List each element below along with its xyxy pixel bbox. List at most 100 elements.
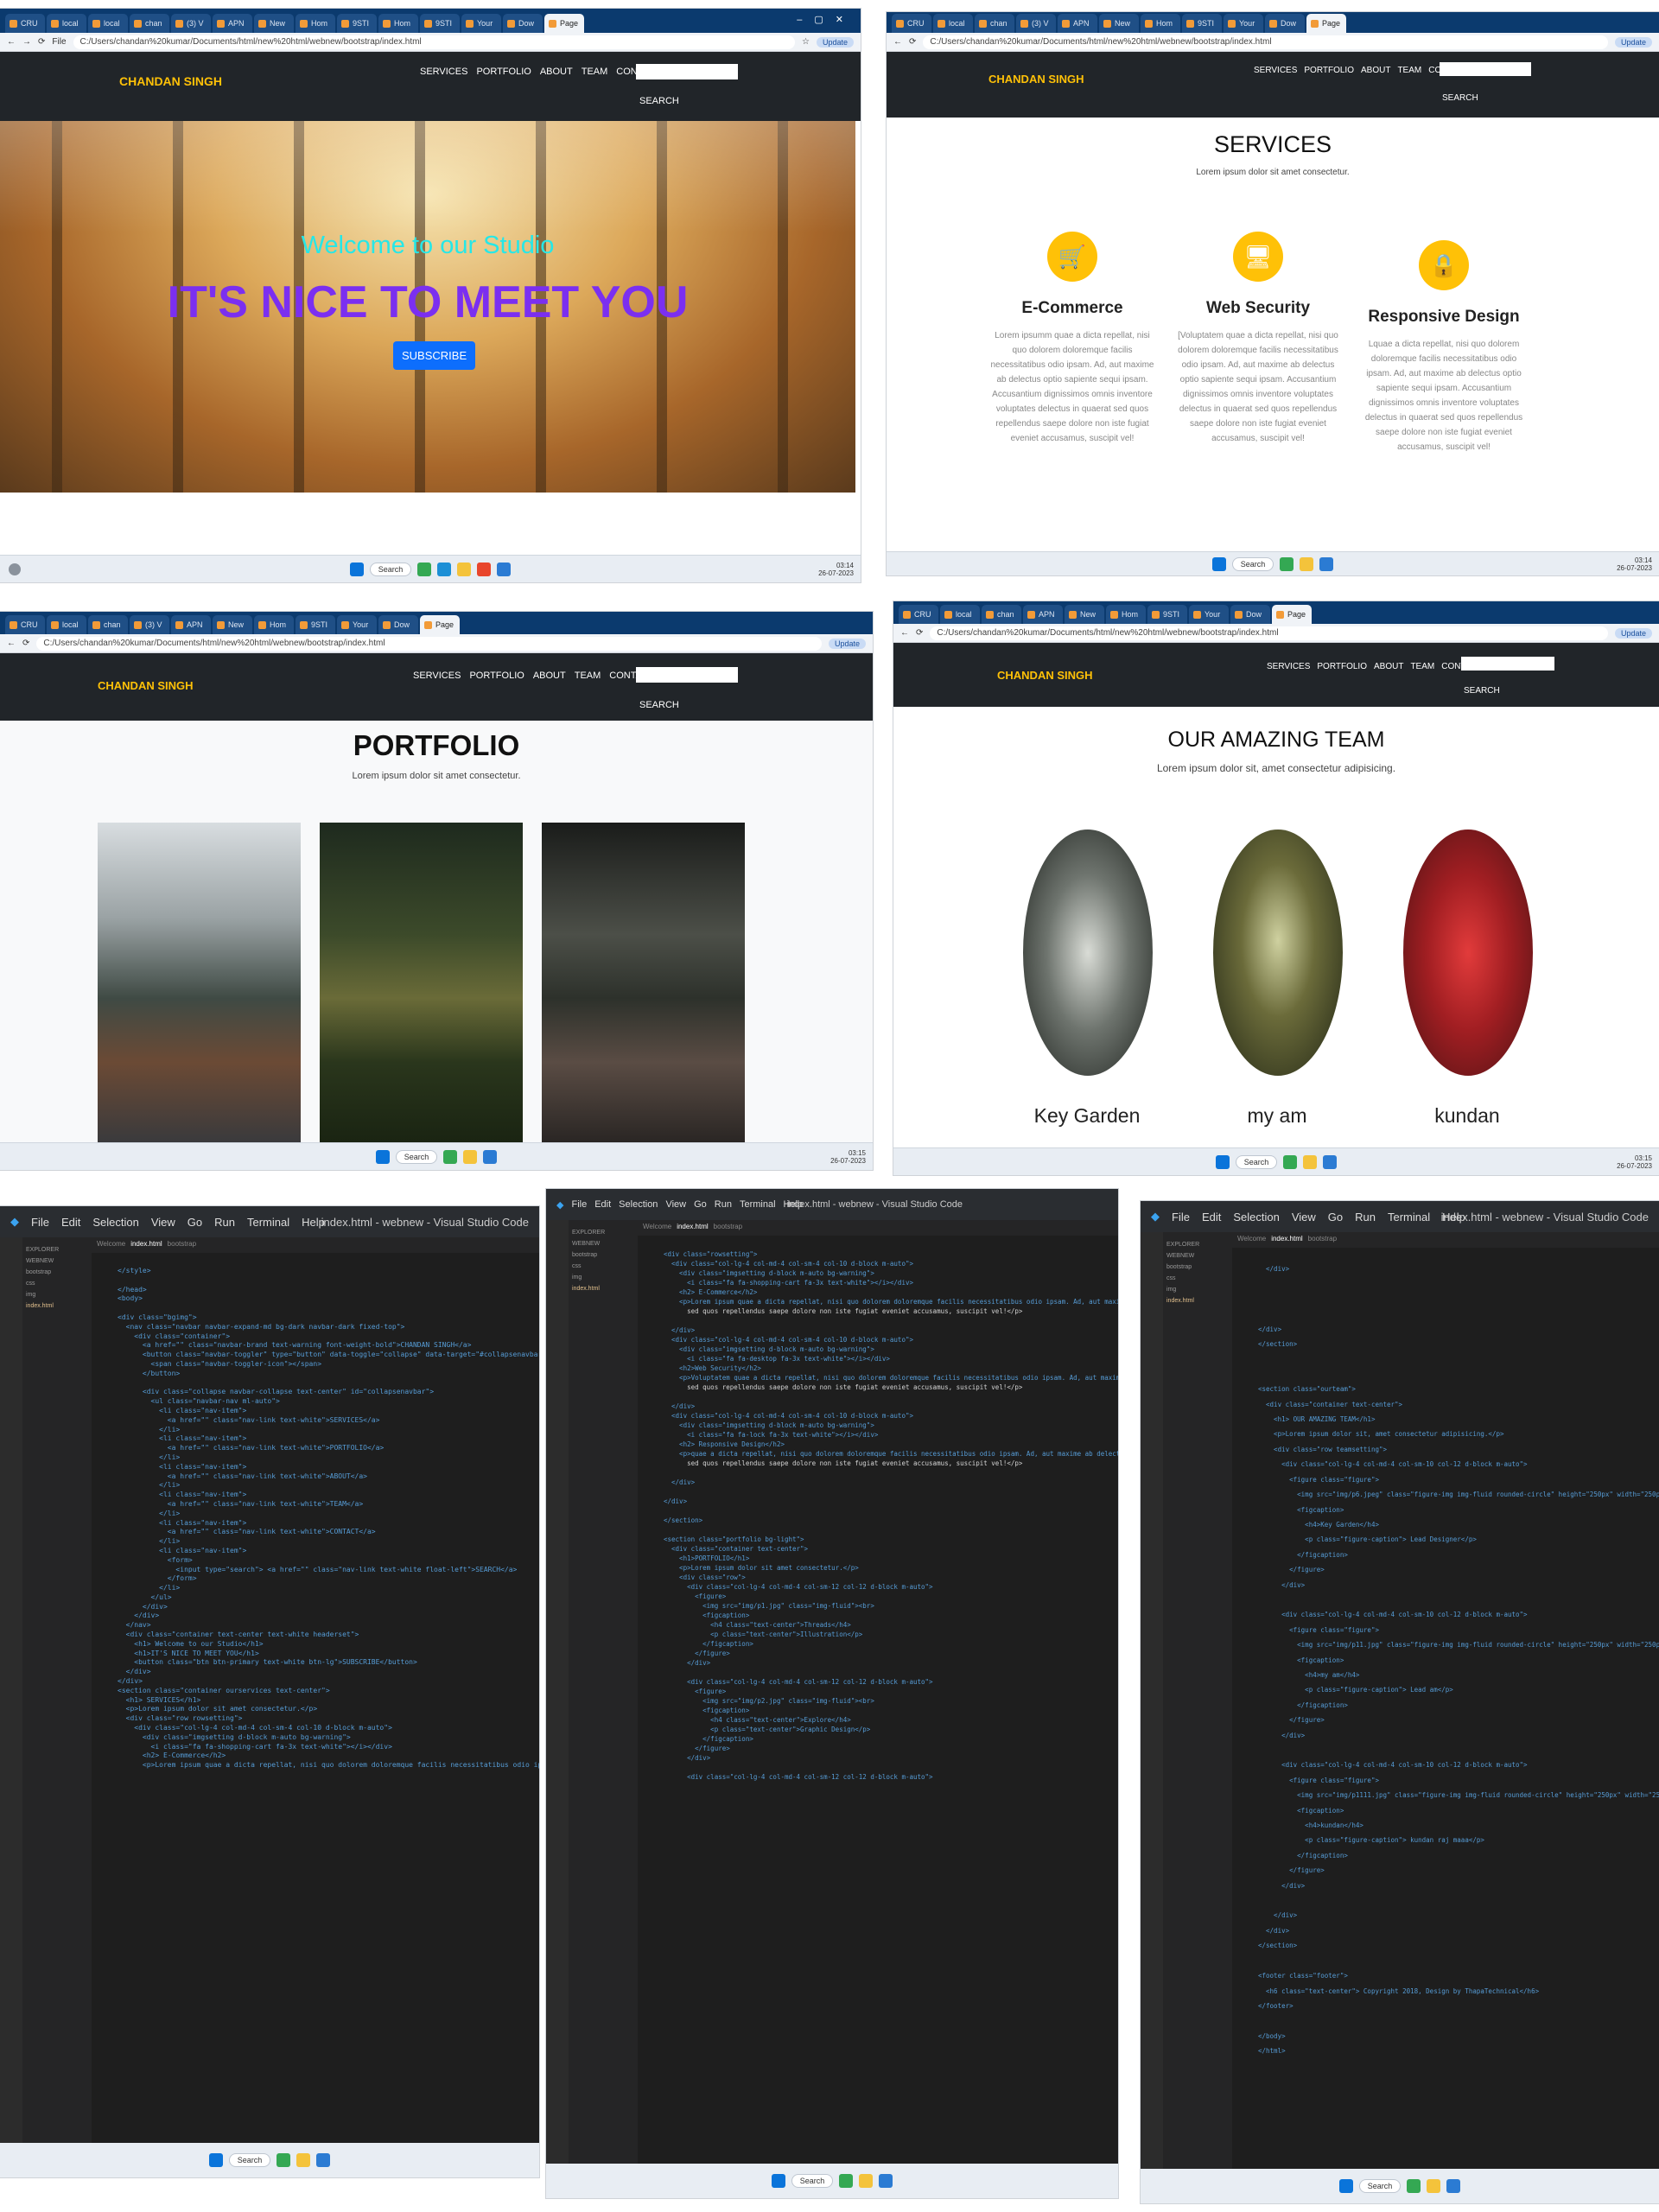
browser-tab[interactable]: New (1065, 605, 1104, 624)
menu-terminal[interactable]: Terminal (740, 1199, 776, 1210)
vscode-icon[interactable] (1323, 1154, 1338, 1169)
browser-tab[interactable]: chan (88, 615, 128, 634)
browser-tab[interactable]: 9STI (1147, 605, 1187, 624)
team-photo-key-garden[interactable] (1023, 830, 1153, 1076)
site-brand[interactable]: CHANDAN SINGH (988, 73, 1084, 86)
file-item-active[interactable]: index.html (572, 1283, 634, 1294)
file-item-active[interactable]: index.html (26, 1300, 88, 1312)
file-item[interactable]: css (572, 1261, 634, 1272)
nav-link-about[interactable]: ABOUT (1361, 66, 1390, 75)
system-tray[interactable]: 03:14 26-07-2023 (1617, 556, 1652, 572)
folder-icon[interactable] (296, 2153, 311, 2167)
chrome-icon[interactable] (276, 2153, 291, 2167)
browser-tab[interactable]: Your (461, 14, 501, 33)
menu-view[interactable]: View (1292, 1211, 1316, 1224)
chrome-icon[interactable] (417, 562, 432, 576)
folder-name[interactable]: WEBNEW (1166, 1250, 1229, 1262)
menu-edit[interactable]: Edit (594, 1199, 611, 1210)
search-input[interactable] (1440, 62, 1531, 76)
nav-link-portfolio[interactable]: PORTFOLIO (476, 67, 531, 77)
editor-tab[interactable]: Welcome (1237, 1235, 1266, 1245)
search-input[interactable] (636, 667, 738, 683)
browser-tab[interactable]: APN (1058, 14, 1097, 33)
start-icon[interactable] (1211, 556, 1226, 571)
file-item[interactable]: img (1166, 1284, 1229, 1295)
url-field[interactable]: C:/Users/chandan%20kumar/Documents/html/… (73, 35, 795, 49)
site-brand[interactable]: CHANDAN SINGH (119, 74, 222, 88)
site-brand[interactable]: CHANDAN SINGH (997, 669, 1093, 682)
nav-link-services[interactable]: SERVICES (1267, 662, 1310, 671)
browser-tab[interactable]: Your (1189, 605, 1229, 624)
reload-icon[interactable]: ⟳ (916, 628, 923, 638)
forward-icon[interactable]: → (22, 37, 31, 47)
reload-icon[interactable]: ⟳ (38, 37, 45, 47)
portfolio-image-path[interactable] (542, 823, 745, 1142)
browser-tab[interactable]: Dow (1230, 605, 1270, 624)
vscode-icon[interactable] (1446, 2179, 1461, 2193)
browser-tab[interactable]: chan (982, 605, 1021, 624)
back-icon[interactable]: ← (7, 639, 16, 648)
menu-file[interactable]: File (31, 1216, 49, 1229)
taskbar-search[interactable]: Search (369, 562, 412, 576)
browser-tab[interactable]: 9STI (420, 14, 460, 33)
editor-tab[interactable]: bootstrap (168, 1240, 196, 1250)
browser-tab[interactable]: New (254, 14, 294, 33)
start-icon[interactable] (208, 2153, 223, 2167)
start-icon[interactable] (1338, 2179, 1353, 2193)
nav-link-about[interactable]: ABOUT (1374, 662, 1403, 671)
browser-tab[interactable]: Dow (378, 615, 418, 634)
menu-file[interactable]: File (1172, 1211, 1190, 1224)
star-icon[interactable]: ☆ (802, 37, 810, 47)
folder-icon[interactable] (463, 1149, 478, 1164)
widgets-icon[interactable] (9, 563, 21, 575)
edge-icon[interactable] (437, 562, 452, 576)
nav-link-services[interactable]: SERVICES (413, 671, 461, 681)
browser-tab[interactable]: Dow (1265, 14, 1305, 33)
code-editor[interactable]: Welcome index.html bootstrap </div> </di… (1232, 1232, 1659, 2169)
start-icon[interactable] (375, 1149, 390, 1164)
browser-tab[interactable]: Dow (503, 14, 543, 33)
editor-tab[interactable]: bootstrap (1308, 1235, 1337, 1245)
nav-link-team[interactable]: TEAM (1410, 662, 1434, 671)
nav-link-services[interactable]: SERVICES (1254, 66, 1297, 75)
browser-tab[interactable]: Hom (296, 14, 335, 33)
menu-run[interactable]: Run (715, 1199, 732, 1210)
menu-run[interactable]: Run (214, 1216, 235, 1229)
file-item[interactable]: bootstrap (26, 1267, 88, 1278)
url-field[interactable]: C:/Users/chandan%20kumar/Documents/html/… (930, 626, 1608, 640)
browser-tab[interactable]: local (47, 14, 86, 33)
back-icon[interactable]: ← (893, 37, 902, 47)
browser-tab[interactable]: local (940, 605, 980, 624)
file-item-active[interactable]: index.html (1166, 1295, 1229, 1306)
menu-selection[interactable]: Selection (1233, 1211, 1279, 1224)
folder-icon[interactable] (457, 562, 472, 576)
file-item[interactable]: img (572, 1272, 634, 1283)
browser-tab[interactable]: APN (213, 14, 252, 33)
system-tray[interactable]: 03:15 26-07-2023 (830, 1149, 866, 1165)
editor-tab-active[interactable]: index.html (677, 1223, 708, 1233)
search-input[interactable] (1461, 657, 1554, 671)
menu-go[interactable]: Go (188, 1216, 202, 1229)
vscode-icon[interactable] (879, 2174, 893, 2188)
file-item[interactable]: css (26, 1278, 88, 1289)
vscode-icon[interactable] (316, 2153, 331, 2167)
nav-link-team[interactable]: TEAM (575, 671, 601, 681)
menu-selection[interactable]: Selection (92, 1216, 138, 1229)
browser-tab[interactable]: local (88, 14, 128, 33)
taskbar-search[interactable]: Search (791, 2174, 834, 2188)
browser-tab[interactable]: chan (975, 14, 1014, 33)
back-icon[interactable]: ← (900, 628, 909, 638)
portfolio-image-road[interactable] (98, 823, 301, 1142)
menu-view[interactable]: View (665, 1199, 686, 1210)
subscribe-button[interactable]: SUBSCRIBE (393, 341, 476, 370)
menu-terminal[interactable]: Terminal (247, 1216, 289, 1229)
browser-tab[interactable]: chan (130, 14, 169, 33)
url-field[interactable]: C:/Users/chandan%20kumar/Documents/html/… (36, 636, 822, 651)
browser-tab[interactable]: Hom (1106, 605, 1146, 624)
vscode-icon[interactable] (483, 1149, 498, 1164)
start-icon[interactable] (771, 2174, 785, 2188)
taskbar-search[interactable]: Search (228, 2153, 271, 2167)
editor-tab[interactable]: Welcome (643, 1223, 671, 1233)
file-item[interactable]: bootstrap (572, 1249, 634, 1261)
back-icon[interactable]: ← (7, 37, 16, 47)
